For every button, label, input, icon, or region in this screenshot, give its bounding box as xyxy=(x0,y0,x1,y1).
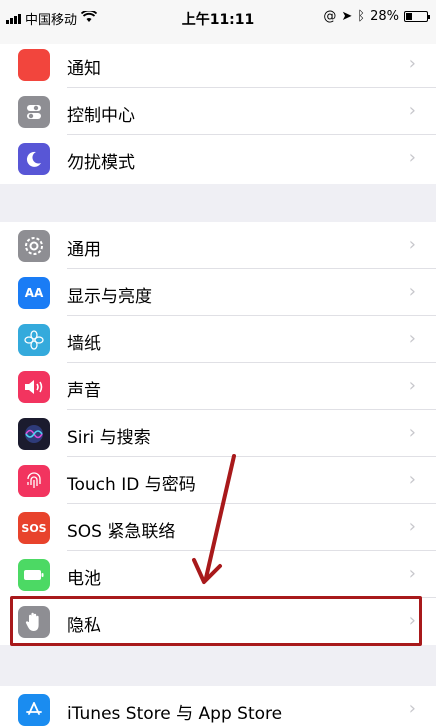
notifications-icon xyxy=(18,49,50,81)
chevron-right-icon: › xyxy=(408,53,416,74)
settings-row-display[interactable]: AA 显示与亮度 › xyxy=(0,269,436,316)
settings-row-label: iTunes Store 与 App Store xyxy=(67,704,283,724)
settings-row-label: 电池 xyxy=(67,569,101,589)
settings-row-label: Siri 与搜索 xyxy=(67,428,151,448)
settings-row-battery[interactable]: 电池 › xyxy=(0,551,436,598)
settings-row-label: SOS 紧急联络 xyxy=(67,522,176,542)
battery-icon xyxy=(18,559,50,591)
chevron-right-icon: › xyxy=(408,100,416,121)
settings-group-2: 通用 › AA 显示与亮度 › 墙纸 › 声音 › Siri 与搜索 › Tou… xyxy=(0,222,436,645)
settings-row-label: 显示与亮度 xyxy=(67,287,152,307)
settings-row-siri[interactable]: Siri 与搜索 › xyxy=(0,410,436,457)
wallpaper-icon xyxy=(18,324,50,356)
chevron-right-icon: › xyxy=(408,422,416,443)
settings-row-general[interactable]: 通用 › xyxy=(0,222,436,269)
gear-icon xyxy=(18,230,50,262)
settings-row-touch-id[interactable]: Touch ID 与密码 › xyxy=(0,457,436,504)
settings-row-do-not-disturb[interactable]: 勿扰模式 › xyxy=(0,135,436,182)
fingerprint-icon xyxy=(18,465,50,497)
status-bar: 中国移动 上午11:11 @ ➤ ᛒ 28% xyxy=(0,0,436,36)
chevron-right-icon: › xyxy=(408,328,416,349)
settings-row-label: 通知 xyxy=(67,59,101,79)
settings-row-control-center[interactable]: 控制中心 › xyxy=(0,88,436,135)
chevron-right-icon: › xyxy=(408,375,416,396)
moon-icon xyxy=(18,143,50,175)
sound-icon xyxy=(18,371,50,403)
settings-row-label: 声音 xyxy=(67,381,101,401)
settings-row-label: 控制中心 xyxy=(67,106,135,126)
siri-icon xyxy=(18,418,50,450)
display-icon: AA xyxy=(18,277,50,309)
chevron-right-icon: › xyxy=(408,234,416,255)
rotation-lock-icon: @ xyxy=(323,9,337,24)
settings-row-label: 勿扰模式 xyxy=(67,153,135,173)
settings-group-1: 通知 › 控制中心 › 勿扰模式 › xyxy=(0,44,436,184)
chevron-right-icon: › xyxy=(408,698,416,719)
chevron-right-icon: › xyxy=(408,516,416,537)
chevron-right-icon: › xyxy=(408,469,416,490)
battery-percent: 28% xyxy=(370,9,399,24)
settings-row-wallpaper[interactable]: 墙纸 › xyxy=(0,316,436,363)
chevron-right-icon: › xyxy=(408,563,416,584)
sos-icon: SOS xyxy=(18,512,50,544)
app-store-icon xyxy=(18,694,50,726)
bluetooth-icon: ᛒ xyxy=(357,9,366,24)
settings-row-label: 墙纸 xyxy=(67,334,101,354)
chevron-right-icon: › xyxy=(408,281,416,302)
control-center-icon xyxy=(18,96,50,128)
chevron-right-icon: › xyxy=(408,147,416,168)
settings-row-sound[interactable]: 声音 › xyxy=(0,363,436,410)
settings-row-label: 通用 xyxy=(67,240,101,260)
highlight-box xyxy=(10,596,422,646)
battery-icon xyxy=(404,11,430,22)
settings-row-label: Touch ID 与密码 xyxy=(67,475,196,495)
location-icon: ➤ xyxy=(341,9,353,24)
settings-group-3: iTunes Store 与 App Store › xyxy=(0,686,436,726)
settings-row-sos[interactable]: SOS SOS 紧急联络 › xyxy=(0,504,436,551)
settings-row-notifications[interactable]: 通知 › xyxy=(0,44,436,88)
settings-row-app-store[interactable]: iTunes Store 与 App Store › xyxy=(0,686,436,726)
